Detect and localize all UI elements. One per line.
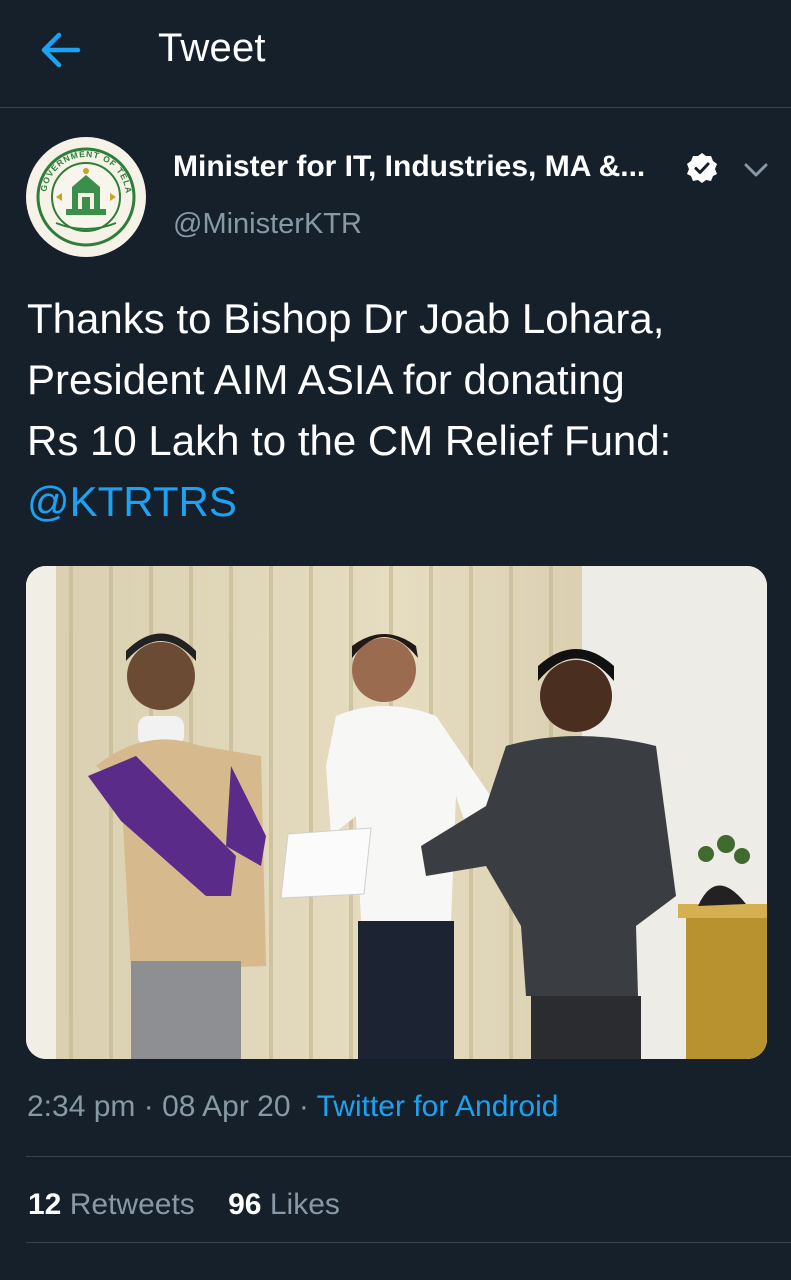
verified-badge-icon xyxy=(687,153,717,183)
retweets-stat[interactable]: 12 Retweets xyxy=(28,1188,195,1221)
meta-separator: · xyxy=(135,1090,163,1123)
author-handle[interactable]: @MinisterKTR xyxy=(173,208,362,241)
tweet-meta: 2:34 pm · 08 Apr 20 · Twitter for Androi… xyxy=(27,1090,558,1124)
tweet-text: Thanks to Bishop Dr Joab Lohara, Preside… xyxy=(27,288,777,532)
tweet-date: 08 Apr 20 xyxy=(162,1090,291,1123)
retweets-count: 12 xyxy=(28,1188,62,1221)
divider xyxy=(26,1242,791,1243)
page-title: Tweet xyxy=(158,26,266,70)
tweet-photo[interactable] xyxy=(26,566,767,1059)
retweets-label: Retweets xyxy=(69,1188,195,1221)
likes-label: Likes xyxy=(269,1188,340,1221)
meta-separator: · xyxy=(290,1090,317,1123)
back-button[interactable] xyxy=(38,28,86,72)
tweet-time: 2:34 pm xyxy=(27,1090,136,1123)
tweet-stats: 12 Retweets 96 Likes xyxy=(28,1188,340,1222)
tweet-menu-button[interactable] xyxy=(738,156,774,184)
photo-illustration xyxy=(26,566,767,1059)
likes-count: 96 xyxy=(228,1188,262,1221)
tweet-text-line: Rs 10 Lakh to the CM Relief Fund: xyxy=(27,417,672,464)
avatar[interactable]: GOVERNMENT OF TELANGANA xyxy=(26,137,146,257)
tweet-source-link[interactable]: Twitter for Android xyxy=(317,1090,559,1123)
mention-link[interactable]: @KTRTRS xyxy=(27,471,777,532)
tweet-text-line: Thanks to Bishop Dr Joab Lohara, xyxy=(27,295,665,342)
tweet-text-line: President AIM ASIA for donating xyxy=(27,356,625,403)
likes-stat[interactable]: 96 Likes xyxy=(228,1188,340,1221)
divider xyxy=(26,1156,791,1157)
arrow-left-icon xyxy=(41,32,81,68)
government-of-telangana-emblem: GOVERNMENT OF TELANGANA xyxy=(26,137,144,255)
author-name[interactable]: Minister for IT, Industries, MA &... xyxy=(173,150,645,184)
chevron-down-icon xyxy=(744,163,768,177)
top-app-bar: Tweet xyxy=(0,0,791,108)
